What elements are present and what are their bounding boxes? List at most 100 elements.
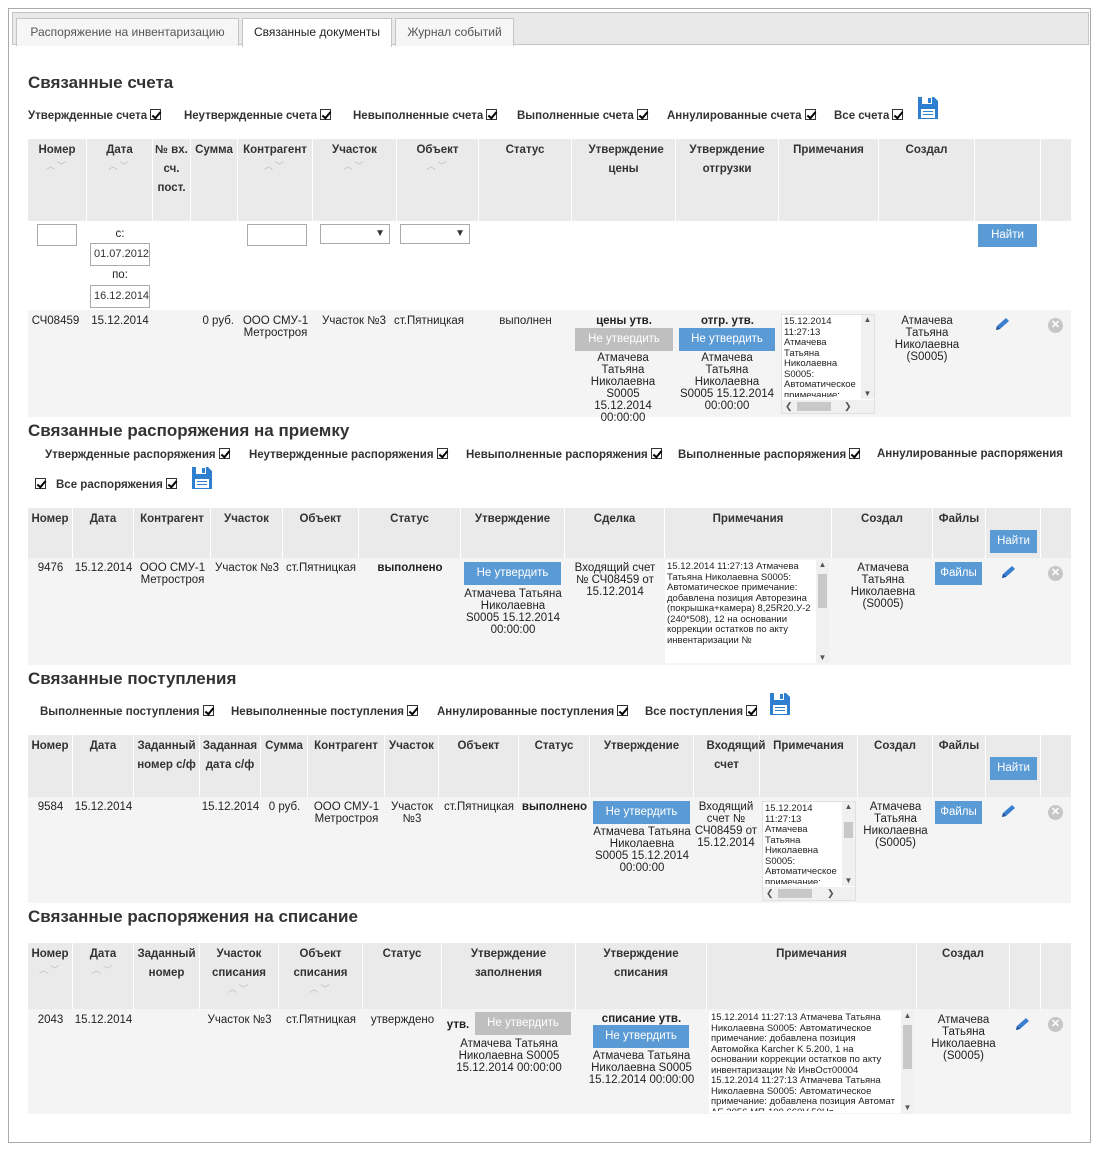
filter-checkbox[interactable] [218, 448, 230, 459]
filter-checkbox[interactable] [804, 109, 816, 120]
save-icon[interactable] [917, 96, 939, 120]
filter-checkbox[interactable] [165, 478, 177, 489]
horizontal-scrollbar[interactable]: ❮ ❯ [763, 887, 855, 900]
col-object: Объект [283, 508, 359, 558]
filter-checkbox[interactable] [486, 109, 498, 120]
row-sum: 0 руб. [268, 801, 301, 813]
number-filter-input[interactable] [37, 224, 77, 246]
row-site: Участок №3 [390, 801, 433, 825]
vertical-scrollbar[interactable]: ▲ ▼ [861, 315, 874, 399]
col-site[interactable]: Участок ︿﹀ [313, 139, 397, 221]
filter-checkbox[interactable] [436, 448, 448, 459]
date-to-input[interactable]: 16.12.2014 [90, 285, 150, 308]
filter-checkbox[interactable] [320, 109, 332, 120]
fill-approved-by: Атмачева Татьяна Николаевна S0005 15.12.… [456, 1038, 562, 1074]
filter-checkbox[interactable] [150, 109, 162, 120]
find-button[interactable]: Найти [990, 530, 1037, 553]
col-object[interactable]: Объект ︿﹀ [397, 139, 479, 221]
section-title-receipts: Связанные поступления [28, 669, 237, 688]
filter-checkbox[interactable] [849, 448, 861, 459]
col-number[interactable]: Номер ︿﹀ [28, 943, 73, 1009]
col-assigned-number: Заданный номер [134, 943, 200, 1009]
section-title-write-off-orders: Связанные распоряжения на списание [28, 907, 358, 926]
notes-box[interactable]: 15.12.2014 11:27:13 Атмачева Татьяна Ник… [762, 801, 856, 901]
row-date: 15.12.2014 [91, 315, 149, 327]
save-icon[interactable] [769, 692, 791, 716]
edit-pencil-icon[interactable] [1014, 1017, 1032, 1031]
col-number[interactable]: Номер ︿﹀ [28, 139, 87, 221]
tab-related-documents[interactable]: Связанные документы [242, 18, 392, 47]
col-actions [1010, 943, 1041, 1009]
col-date[interactable]: Дата ︿﹀ [73, 943, 134, 1009]
notes-box[interactable]: 15.12.2014 11:27:13 Атмачева Татьяна Ник… [781, 314, 875, 414]
scroll-down-icon: ▼ [903, 1103, 912, 1112]
col-write-off-site[interactable]: Участок списания ︿﹀ [200, 943, 279, 1009]
delete-icon[interactable]: ✕ [1048, 566, 1063, 581]
notes-box[interactable]: 15.12.2014 11:27:13 Атмачева Татьяна Ник… [709, 1011, 914, 1113]
col-files: Файлы [933, 735, 986, 797]
price-approved-label: цены утв. [596, 315, 652, 327]
col-status: Статус [519, 735, 590, 797]
row-incoming-invoice: Входящий счет № СЧ08459 от 15.12.2014 [694, 801, 758, 849]
row-contractor: ООО СМУ-1 Метростроя [313, 801, 380, 825]
col-sum: Сумма [261, 735, 308, 797]
disapprove-button[interactable]: Не утвердить [593, 801, 690, 824]
col-date[interactable]: Дата ︿﹀ [87, 139, 153, 221]
fill-disapprove-button[interactable]: Не утвердить [475, 1012, 571, 1035]
sort-arrows-icon: ︿﹀ [108, 161, 131, 171]
edit-pencil-icon[interactable] [1000, 565, 1018, 579]
filter-checkbox[interactable] [202, 705, 214, 716]
files-button[interactable]: Файлы [935, 801, 982, 824]
row-object: ст.Пятницкая [286, 562, 356, 574]
disapprove-button[interactable]: Не утвердить [464, 562, 561, 585]
find-button[interactable]: Найти [990, 757, 1037, 780]
date-from-input[interactable]: 01.07.2012 [90, 243, 150, 266]
row-creator: Атмачева Татьяна Николаевна (S0005) [863, 801, 928, 849]
col-contractor[interactable]: Контрагент ︿﹀ [238, 139, 313, 221]
filter-checkbox[interactable] [35, 478, 46, 489]
contractor-filter-input[interactable] [247, 224, 307, 246]
filter-checkbox[interactable] [636, 109, 648, 120]
filter-checkbox[interactable] [406, 705, 418, 716]
col-site: Участок [385, 735, 439, 797]
notes-box[interactable]: 15.12.2014 11:27:13 Атмачева Татьяна Ник… [665, 560, 829, 663]
filter-checkbox[interactable] [892, 109, 904, 120]
files-button[interactable]: Файлы [935, 562, 982, 585]
col-write-off-object[interactable]: Объект списания ︿﹀ [279, 943, 363, 1009]
scroll-up-icon: ▲ [844, 802, 853, 811]
tab-inventory-order[interactable]: Распоряжение на инвентаризацию [16, 18, 239, 46]
write-off-disapprove-button[interactable]: Не утвердить [593, 1025, 689, 1048]
site-filter-select[interactable]: ▼ [320, 224, 390, 244]
row-deal: Входящий счет № СЧ08459 от 15.12.2014 [574, 562, 656, 598]
delete-icon[interactable]: ✕ [1048, 318, 1063, 333]
shipment-disapprove-button[interactable]: Не утвердить [679, 328, 775, 351]
edit-pencil-icon[interactable] [994, 317, 1012, 331]
vertical-scrollbar[interactable]: ▲ ▼ [901, 1011, 914, 1113]
col-incoming-invoice: Входящий счет [694, 735, 766, 797]
filter-checkbox[interactable] [650, 448, 662, 459]
col-number: Номер [28, 735, 73, 797]
row-number: 9476 [37, 562, 64, 574]
table-row: СЧ08459 15.12.2014 0 руб. ООО СМУ-1 Метр… [28, 310, 1071, 424]
price-disapprove-button[interactable]: Не утвердить [575, 328, 673, 351]
filter-checkbox[interactable] [617, 705, 629, 716]
filter-checkbox[interactable] [746, 705, 758, 716]
tab-event-log[interactable]: Журнал событий [395, 18, 514, 46]
save-icon[interactable] [191, 466, 213, 490]
col-notes: Примечания [779, 139, 879, 221]
col-price-approval: Утверждение цены [572, 139, 676, 221]
date-from-label: с: [115, 228, 125, 240]
delete-icon[interactable]: ✕ [1048, 1017, 1063, 1032]
shipment-approved-label: отгр. утв. [700, 315, 754, 327]
write-off-table-header: Номер ︿﹀ Дата ︿﹀ Заданный номер Участок сп… [28, 943, 1071, 1009]
vertical-scrollbar[interactable]: ▲ ▼ [842, 802, 855, 886]
col-notes: Примечания [665, 508, 832, 558]
col-creator: Создал [917, 943, 1010, 1009]
horizontal-scrollbar[interactable]: ❮ ❯ [782, 400, 874, 413]
object-filter-select[interactable]: ▼ [400, 224, 470, 244]
delete-icon[interactable]: ✕ [1048, 805, 1063, 820]
vertical-scrollbar[interactable]: ▲ ▼ [816, 560, 829, 663]
col-fill-approval: Утверждение заполнения [442, 943, 576, 1009]
find-button[interactable]: Найти [978, 224, 1037, 247]
edit-pencil-icon[interactable] [1000, 804, 1018, 818]
